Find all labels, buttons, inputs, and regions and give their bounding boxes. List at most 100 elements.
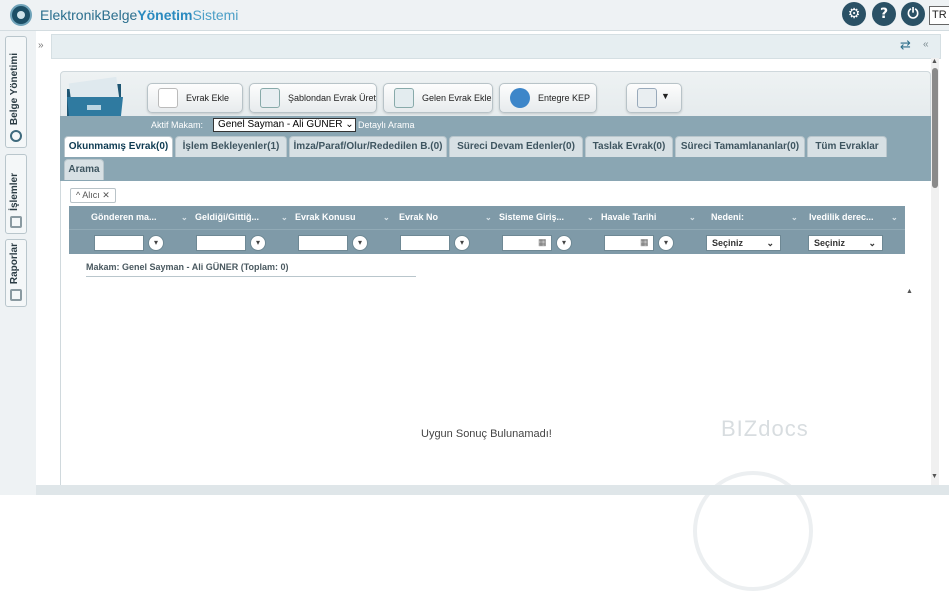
entegre-kep-button[interactable]: Entegre KEP xyxy=(499,83,597,113)
main-scrollbar[interactable]: ▲ ▼ xyxy=(931,58,939,488)
language-select[interactable]: TR xyxy=(929,6,949,25)
tab-sureci-devam-edenler[interactable]: Süreci Devam Edenler(0) xyxy=(449,136,583,157)
report-icon xyxy=(10,289,22,301)
collapse-right-icon[interactable]: « xyxy=(923,39,929,50)
column-header[interactable]: Ivedilik derec... ⌄ xyxy=(809,206,905,229)
makam-select[interactable]: Genel Sayman - Ali GÜNER ⌄ xyxy=(213,118,356,132)
chevron-down-icon: ⌄ xyxy=(587,213,594,222)
settings-icon[interactable]: ⚙ xyxy=(842,2,866,26)
filter-icon[interactable]: ▾ xyxy=(352,235,368,251)
column-header[interactable]: Sisteme Giriş... ⌄ xyxy=(499,206,599,229)
sidebar-item-label: Belge Yönetimi xyxy=(9,52,20,125)
scrollbar-thumb[interactable] xyxy=(932,68,938,188)
tab-okunmamis-evrak[interactable]: Okunmamış Evrak(0) xyxy=(64,136,173,157)
help-icon[interactable]: ? xyxy=(872,2,896,26)
filter-input-gonderen[interactable] xyxy=(94,235,144,251)
filter-icon[interactable]: ▾ xyxy=(454,235,470,251)
tab-label: Tüm Evraklar xyxy=(815,141,879,152)
chevron-down-icon: ⌄ xyxy=(891,213,898,222)
filter-input-geldigi[interactable] xyxy=(196,235,246,251)
filter-row: ▾ ▾ ▾ ▾ ▦ ▾ ▦ ▾ Seçiniz ⌄ Seçiniz ⌄ xyxy=(69,229,905,254)
tab-label: İmza/Paraf/Olur/Rededilen B.(0) xyxy=(293,141,443,152)
app-title-part: Elektronik xyxy=(40,7,102,23)
incoming-document-icon xyxy=(394,88,414,108)
scroll-down-icon[interactable]: ▼ xyxy=(931,473,938,480)
column-header-label: Gönderen ma... xyxy=(91,212,157,222)
scroll-up-icon[interactable]: ▲ xyxy=(931,58,938,65)
column-header[interactable]: Evrak Konusu ⌄ xyxy=(295,206,395,229)
tab-islem-bekleyenler[interactable]: İşlem Bekleyenler(1) xyxy=(175,136,287,157)
chevron-down-icon: ⌄ xyxy=(689,213,696,222)
tab-imza-paraf[interactable]: İmza/Paraf/Olur/Rededilen B.(0) xyxy=(289,136,447,157)
column-header[interactable]: Nedeni: ⌄ xyxy=(711,206,811,229)
tab-taslak-evrak[interactable]: Taslak Evrak(0) xyxy=(585,136,673,157)
button-label: Evrak Ekle xyxy=(186,93,230,103)
column-header[interactable]: Gönderen ma... ⌄ xyxy=(91,206,191,229)
sidebar-item-belge-yonetimi[interactable]: Belge Yönetimi xyxy=(5,36,27,148)
chevron-down-icon: ⌄ xyxy=(485,213,492,222)
column-header-label: Nedeni: xyxy=(711,212,745,222)
calendar-icon[interactable]: ▦ xyxy=(538,237,547,248)
column-header[interactable]: Evrak No ⌄ xyxy=(399,206,499,229)
filter-chip-label: Alıcı xyxy=(82,190,100,200)
gelen-evrak-ekle-button[interactable]: Gelen Evrak Ekle xyxy=(383,83,493,113)
filter-input-evrak-no[interactable] xyxy=(400,235,450,251)
tab-tum-evraklar[interactable]: Tüm Evraklar xyxy=(807,136,887,157)
tab-arama[interactable]: Arama xyxy=(64,159,104,180)
document-add-icon xyxy=(158,88,178,108)
button-label: Gelen Evrak Ekle xyxy=(422,93,492,103)
column-header-label: Evrak No xyxy=(399,212,439,222)
sidebar-item-islemler[interactable]: İşlemler xyxy=(5,154,27,234)
app-logo-icon xyxy=(10,4,32,26)
filter-icon[interactable]: ▾ xyxy=(556,235,572,251)
tabs-row: Okunmamış Evrak(0) İşlem Bekleyenler(1) … xyxy=(60,134,931,181)
tab-label: Taslak Evrak(0) xyxy=(592,141,666,152)
more-actions-button[interactable]: ▼ xyxy=(626,83,682,113)
left-sidebar: Belge Yönetimi İşlemler Raporlar xyxy=(0,31,36,495)
tab-label: Arama xyxy=(68,164,100,175)
calendar-icon[interactable]: ▦ xyxy=(640,237,649,248)
wrench-icon xyxy=(10,216,22,228)
chevron-down-icon: ⌄ xyxy=(868,238,876,248)
sablondan-evrak-uret-button[interactable]: Şablondan Evrak Üret xyxy=(249,83,377,113)
tab-label: İşlem Bekleyenler(1) xyxy=(182,141,280,152)
top-bar: ElektronikBelgeYönetimSistemi ⚙ ? ⏻ TR xyxy=(0,0,949,31)
makam-label: Aktif Makam: xyxy=(151,120,204,130)
filter-icon[interactable]: ▾ xyxy=(148,235,164,251)
column-header-label: Evrak Konusu xyxy=(295,212,356,222)
chevron-down-icon: ⌄ xyxy=(181,213,188,222)
column-header[interactable]: Havale Tarihi ⌄ xyxy=(601,206,701,229)
column-header-label: Ivedilik derec... xyxy=(809,212,874,222)
filter-input-konu[interactable] xyxy=(298,235,348,251)
column-header-label: Havale Tarihi xyxy=(601,212,657,222)
nedeni-select[interactable]: Seçiniz ⌄ xyxy=(706,235,781,251)
filter-icon[interactable]: ▾ xyxy=(250,235,266,251)
column-header[interactable]: Geldiği/Gittiğ... ⌄ xyxy=(195,206,295,229)
ivedilik-select[interactable]: Seçiniz ⌄ xyxy=(808,235,883,251)
sub-bar: ⇄ « xyxy=(51,34,941,59)
button-label: Entegre KEP xyxy=(538,93,591,103)
tab-label: Süreci Devam Edenler(0) xyxy=(457,141,575,152)
tab-sureci-tamamlananlar[interactable]: Süreci Tamamlananlar(0) xyxy=(675,136,805,157)
select-value: Seçiniz xyxy=(814,238,846,248)
makam-selected-value: Genel Sayman - Ali GÜNER xyxy=(218,119,343,130)
chevron-down-icon: ▼ xyxy=(661,91,670,101)
detayli-arama-link[interactable]: Detaylı Arama xyxy=(358,120,415,130)
tab-label: Okunmamış Evrak(0) xyxy=(68,141,169,152)
expand-left-icon[interactable]: » xyxy=(38,40,44,51)
scroll-up-icon[interactable]: ▲ xyxy=(906,288,913,295)
watermark-logo: BIZdocs xyxy=(721,416,809,441)
sidebar-item-raporlar[interactable]: Raporlar xyxy=(5,239,27,307)
filter-icon[interactable]: ▾ xyxy=(658,235,674,251)
chevron-down-icon: ⌄ xyxy=(766,238,774,248)
sidebar-item-label: Raporlar xyxy=(9,242,20,284)
column-header-row: Gönderen ma... ⌄ Geldiği/Gittiğ... ⌄ Evrak… xyxy=(69,206,905,229)
evrak-ekle-button[interactable]: Evrak Ekle xyxy=(147,83,243,113)
power-icon[interactable]: ⏻ xyxy=(901,2,925,26)
filter-chip[interactable]: ^ Alıcı ✕ xyxy=(70,188,116,203)
refresh-icon[interactable]: ⇄ xyxy=(900,38,911,53)
bottom-bar xyxy=(36,485,949,495)
circle-icon xyxy=(10,130,22,142)
grid-area: ^ Alıcı ✕ Gönderen ma... ⌄ Geldiği/Gittiğ… xyxy=(60,181,931,591)
main-panel: ⇄ « Evrak Ekle Şablondan Evrak Üret Gele… xyxy=(51,31,941,591)
